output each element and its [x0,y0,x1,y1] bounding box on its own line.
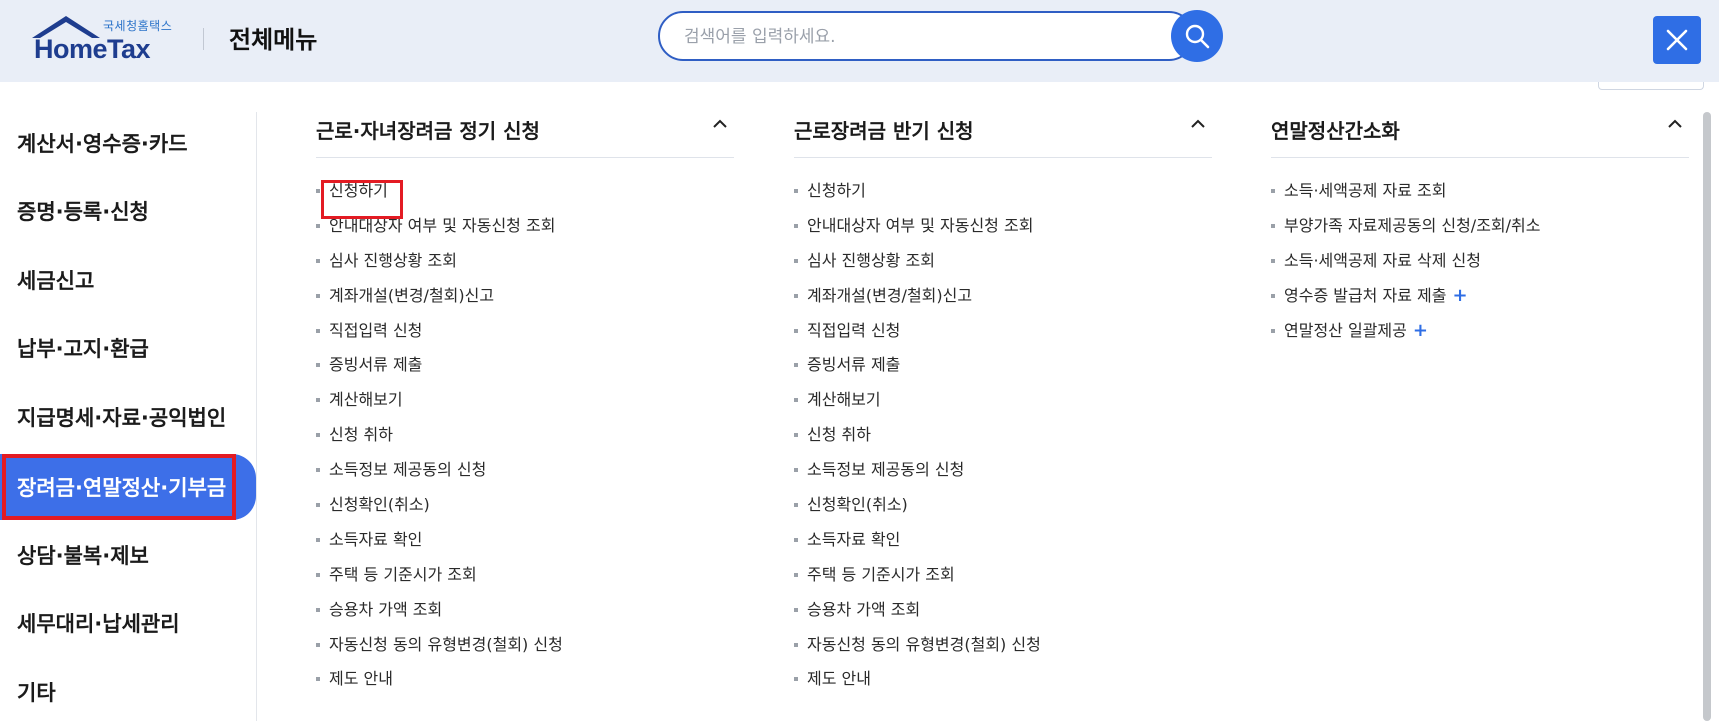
column-title: 근로·자녀장려금 정기 신청 [316,119,540,143]
sidebar-item-label: 세무대리·납세관리 [17,612,180,636]
sidebar-item-label: 기타 [17,681,56,705]
sidebar-item-incentive-yearend-donation[interactable]: 장려금·연말정산·기부금 [0,454,256,520]
menu-link[interactable]: 소득·세액공제 자료 삭제 신청 [1271,249,1540,284]
plus-icon[interactable]: + [1452,285,1467,306]
menu-link[interactable]: 신청 취하 [794,423,1041,458]
close-button[interactable] [1653,16,1701,64]
menu-link[interactable]: 자동신청 동의 유형변경(철회) 신청 [316,633,563,668]
chevron-up-icon[interactable] [1190,116,1206,132]
menu-link[interactable]: 증빙서류 제출 [794,353,1041,388]
sidebar-item-label: 상담·불복·제보 [17,544,149,568]
sidebar-item-label: 납부·고지·환급 [17,337,149,361]
menu-link-label: 영수증 발급처 자료 제출 [1284,285,1447,305]
chevron-up-icon[interactable] [712,116,728,132]
plus-icon[interactable]: + [1413,320,1428,341]
menu-link[interactable]: 자동신청 동의 유형변경(철회) 신청 [794,633,1041,668]
menu-link[interactable]: 승용차 가액 조회 [316,598,563,633]
menu-link[interactable]: 계산해보기 [316,388,563,423]
menu-column-semiannual-incentive: 근로장려금 반기 신청 신청하기 안내대상자 여부 및 자동신청 조회 심사 진… [794,110,1212,688]
vertical-scrollbar[interactable] [1703,112,1711,721]
menu-link[interactable]: 심사 진행상황 조회 [316,249,563,284]
menu-link[interactable]: 신청하기 [794,179,1041,214]
sidebar-item-label: 지급명세·자료·공익법인 [17,406,227,430]
menu-column-yearend-simplified: 연말정산간소화 소득·세액공제 자료 조회 부양가족 자료제공동의 신청/조회/… [1271,110,1689,341]
sidebar-item-label: 계산서·영수증·카드 [17,132,188,156]
header-divider [203,28,204,50]
menu-link[interactable]: 주택 등 기준시가 조회 [794,563,1041,598]
page-title: 전체메뉴 [229,26,318,54]
sidebar-item-consult-appeal-report[interactable]: 상담·불복·제보 [0,522,256,588]
menu-link[interactable]: 소득자료 확인 [316,528,563,563]
menu-link[interactable]: 계좌개설(변경/철회)신고 [316,284,563,319]
menu-link[interactable]: 소득정보 제공동의 신청 [316,458,563,493]
link-list: 신청하기 안내대상자 여부 및 자동신청 조회 심사 진행상황 조회 계좌개설(… [794,179,1041,702]
header: 국세청홈택스 HomeTax 전체메뉴 [0,0,1719,82]
sidebar-item-payment-statement[interactable]: 지급명세·자료·공익법인 [0,384,256,450]
close-icon [1666,29,1688,51]
sidebar-item-payment-notice-refund[interactable]: 납부·고지·환급 [0,315,256,381]
column-title: 근로장려금 반기 신청 [794,119,974,143]
search-icon [1185,24,1210,49]
sidebar-item-tax-agent[interactable]: 세무대리·납세관리 [0,590,256,656]
chevron-up-icon[interactable] [1667,116,1683,132]
menu-link[interactable]: 신청확인(취소) [794,493,1041,528]
logo-wordmark: HomeTax [34,34,151,64]
menu-link[interactable]: 안내대상자 여부 및 자동신청 조회 [794,214,1041,249]
search-box [658,11,1194,61]
menu-link[interactable]: 주택 등 기준시가 조회 [316,563,563,598]
search-button[interactable] [1171,10,1223,62]
hidden-control-edge [1598,82,1704,90]
menu-link[interactable]: 소득자료 확인 [794,528,1041,563]
menu-link[interactable]: 신청 취하 [316,423,563,458]
menu-link[interactable]: 계좌개설(변경/철회)신고 [794,284,1041,319]
menu-link[interactable]: 부양가족 자료제공동의 신청/조회/취소 [1271,214,1540,249]
menu-link[interactable]: 신청확인(취소) [316,493,563,528]
menu-link[interactable]: 계산해보기 [794,388,1041,423]
column-header[interactable]: 근로·자녀장려금 정기 신청 [316,110,734,158]
sidebar-item-tax-return[interactable]: 세금신고 [0,247,256,313]
menu-link[interactable]: 안내대상자 여부 및 자동신청 조회 [316,214,563,249]
sidebar-item-certificate-registration[interactable]: 증명·등록·신청 [0,178,256,244]
menu-link[interactable]: 증빙서류 제출 [316,353,563,388]
sidebar-item-label: 세금신고 [17,269,95,293]
hometax-logo[interactable]: 국세청홈택스 HomeTax [30,12,180,64]
column-title: 연말정산간소화 [1271,119,1400,143]
sidebar-item-label: 장려금·연말정산·기부금 [17,476,227,500]
menu-link[interactable]: 승용차 가액 조회 [794,598,1041,633]
search-input[interactable] [682,25,1126,49]
menu-link-expandable[interactable]: 연말정산 일괄제공 + [1271,319,1540,354]
column-header[interactable]: 근로장려금 반기 신청 [794,110,1212,158]
sidebar-separator [256,112,257,721]
menu-link[interactable]: 직접입력 신청 [794,319,1041,354]
logo-subtitle: 국세청홈택스 [103,19,173,33]
sidebar-item-other[interactable]: 기타 [0,659,256,725]
sidebar: 계산서·영수증·카드 증명·등록·신청 세금신고 납부·고지·환급 지급명세·자… [0,110,258,721]
menu-column-regular-incentive: 근로·자녀장려금 정기 신청 신청하기 안내대상자 여부 및 자동신청 조회 심… [316,110,734,688]
sidebar-item-invoice-receipt-card[interactable]: 계산서·영수증·카드 [0,110,256,176]
sidebar-item-label: 증명·등록·신청 [17,200,149,224]
column-header[interactable]: 연말정산간소화 [1271,110,1689,158]
menu-link[interactable]: 제도 안내 [794,667,1041,702]
menu-link[interactable]: 소득·세액공제 자료 조회 [1271,179,1540,214]
menu-link[interactable]: 심사 진행상황 조회 [794,249,1041,284]
menu-link[interactable]: 직접입력 신청 [316,319,563,354]
link-list: 소득·세액공제 자료 조회 부양가족 자료제공동의 신청/조회/취소 소득·세액… [1271,179,1540,353]
menu-link[interactable]: 제도 안내 [316,667,563,702]
link-list: 신청하기 안내대상자 여부 및 자동신청 조회 심사 진행상황 조회 계좌개설(… [316,179,563,702]
menu-link-expandable[interactable]: 영수증 발급처 자료 제출 + [1271,284,1540,319]
menu-link-label: 연말정산 일괄제공 [1284,320,1407,340]
menu-link-apply[interactable]: 신청하기 [316,179,563,214]
menu-link[interactable]: 소득정보 제공동의 신청 [794,458,1041,493]
